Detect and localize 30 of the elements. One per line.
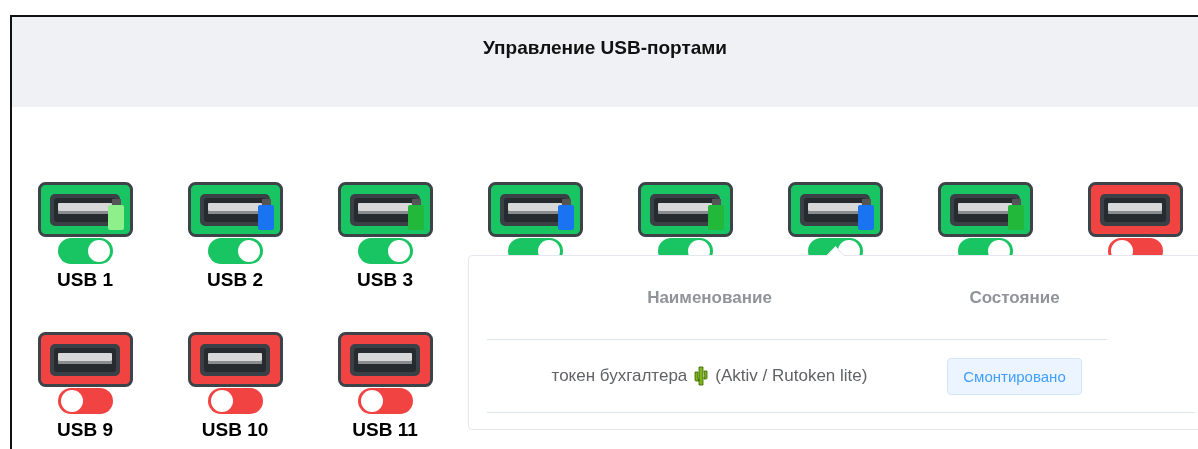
usb-port-icon <box>487 182 583 237</box>
port-label: USB 3 <box>357 269 413 291</box>
usb-port-icon <box>337 332 433 387</box>
device-name: токен бухгалтера <box>551 366 688 386</box>
usb-port-icon <box>37 332 133 387</box>
page-title: Управление USB-портами <box>482 37 728 60</box>
port-toggle[interactable] <box>207 238 263 264</box>
usb-port-icon <box>1087 182 1183 237</box>
usb-port-icon <box>637 182 733 237</box>
port-label: USB 1 <box>57 269 113 291</box>
usb-port-icon <box>937 182 1033 237</box>
port-label: USB 9 <box>57 419 113 441</box>
usb-port-icon <box>337 182 433 237</box>
column-header: Состояние <box>968 287 1061 308</box>
usb-port-icon <box>187 332 283 387</box>
port-toggle[interactable] <box>207 388 263 414</box>
usb-port-icon <box>187 182 283 237</box>
port-label: USB 11 <box>352 419 418 441</box>
status-badge: Смонтировано <box>947 357 1082 395</box>
port-toggle[interactable] <box>57 238 113 264</box>
port-label: USB 2 <box>207 269 263 291</box>
usb-port-icon <box>37 182 133 237</box>
port-toggle[interactable] <box>357 388 413 414</box>
column-header: Наименование <box>646 287 773 308</box>
port-toggle[interactable] <box>57 388 113 414</box>
port-label: USB 10 <box>201 419 269 441</box>
port-toggle[interactable] <box>357 238 413 264</box>
cactus-icon <box>693 366 710 386</box>
device-model: (Aktiv / Rutoken lite) <box>715 366 868 386</box>
usb-port-icon <box>787 182 883 237</box>
